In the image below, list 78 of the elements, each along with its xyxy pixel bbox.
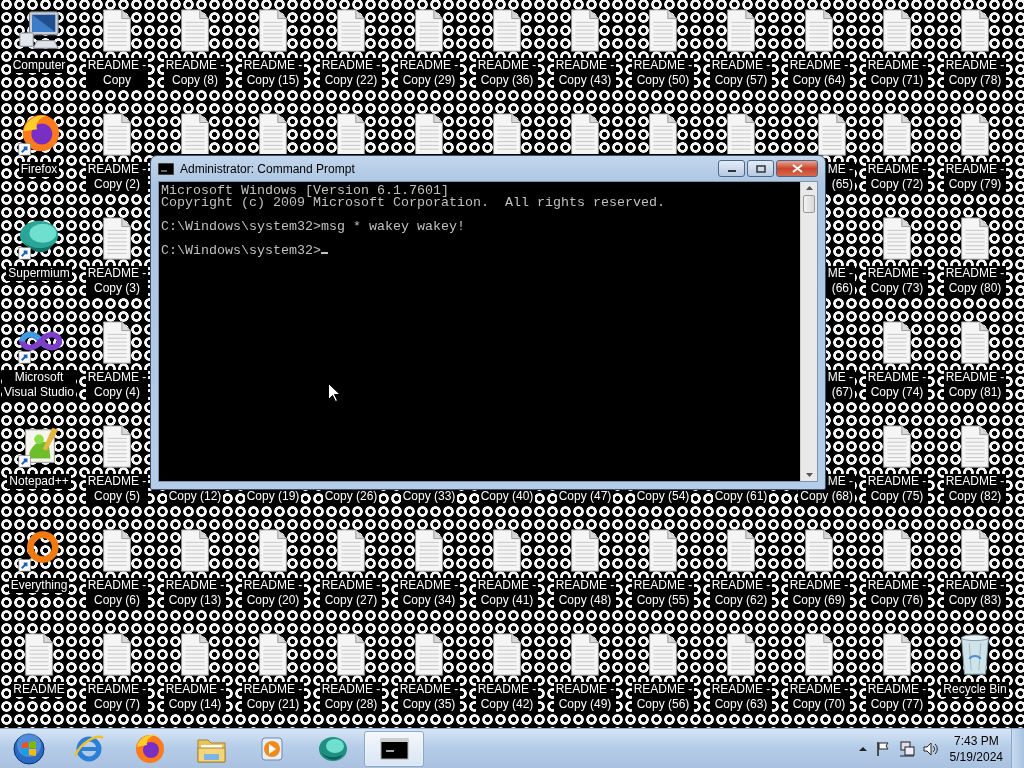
icon-label: README - Copy (78) <box>943 58 1007 88</box>
icon-label: ME - (66) <box>825 266 855 296</box>
icon-label: README - Copy (80) <box>943 266 1007 296</box>
icon-label: README - Copy (35) <box>397 682 461 712</box>
close-icon <box>791 164 803 173</box>
icon-label: Everything <box>8 578 70 593</box>
icon-label: README - Copy (2) <box>85 162 149 192</box>
icon-label: README - Copy (81) <box>943 370 1007 400</box>
icon-label: README - Copy (8) <box>163 58 227 88</box>
icon-label: README - Copy (5) <box>85 474 149 504</box>
icon-label: README - Copy (42) <box>475 682 539 712</box>
scroll-thumb[interactable] <box>803 195 815 213</box>
icon-label: README - Copy (14) <box>163 682 227 712</box>
window-title: Administrator: Command Prompt <box>180 161 356 176</box>
icon-label: ME - (65) <box>825 162 855 192</box>
icon-label: README - Copy (21) <box>241 682 305 712</box>
clock-time[interactable]: 7:43 PM <box>953 732 999 749</box>
icon-label: README - Copy (6) <box>85 578 149 608</box>
icon-label: README - Copy (3) <box>85 266 149 296</box>
icon-label: README - Copy (22) <box>319 58 383 88</box>
firefox-icon[interactable] <box>16 112 62 158</box>
console-line: Copyright (c) 2009 Microsoft Corporation. All rights reserved. <box>161 197 665 209</box>
icon-label: README - Copy (72) <box>865 162 929 192</box>
minimize-button[interactable] <box>718 160 745 177</box>
icon-label: README - Copy (20) <box>241 578 305 608</box>
ring-icon[interactable] <box>16 528 62 574</box>
icon-label: README - Copy (64) <box>787 58 851 88</box>
icon-label: README - Copy (57) <box>709 58 773 88</box>
network-icon[interactable] <box>897 739 916 758</box>
icon-label: README - Copy (49) <box>553 682 617 712</box>
icon-label: README - Copy (83) <box>943 578 1007 608</box>
icon-label: README - Copy (50) <box>631 58 695 88</box>
icon-label: README - Copy (74) <box>865 370 929 400</box>
icon-label: README - Copy (69) <box>787 578 851 608</box>
close-button[interactable] <box>776 160 818 177</box>
icon-label: README - Copy (4) <box>85 370 149 400</box>
console-line: Microsoft Windows [Version 6.1.7601] <box>161 185 449 197</box>
icon-label: README - Copy (27) <box>319 578 383 608</box>
icon-label: ME - (67) <box>825 370 855 400</box>
maximize-button[interactable] <box>747 160 774 177</box>
console-line: C:\Windows\system32> <box>161 245 321 257</box>
console-line: C:\Windows\system32>msg * wakey wakey! <box>161 221 465 233</box>
console-icon <box>158 162 174 175</box>
icon-label: Computer <box>10 58 68 73</box>
icon-label: Microsoft Visual Studio <box>2 370 76 400</box>
icon-label: README - Copy (56) <box>631 682 695 712</box>
icon-label: README - Copy (28) <box>319 682 383 712</box>
scrollbar[interactable] <box>800 182 817 481</box>
icon-label: README - Copy (48) <box>553 578 617 608</box>
icon-label: README - Copy (13) <box>163 578 227 608</box>
icon-label: README - Copy (15) <box>241 58 305 88</box>
icon-label: README - Copy (73) <box>865 266 929 296</box>
icon-label: README - Copy (63) <box>709 682 773 712</box>
clock-date[interactable]: 5/19/2024 <box>949 748 1003 765</box>
icon-label: README - Copy (79) <box>943 162 1007 192</box>
mouse-pointer-icon <box>328 383 340 402</box>
icon-label: README <box>11 682 67 697</box>
maximize-icon <box>755 164 766 173</box>
icon-label: README - Copy <box>85 58 149 88</box>
icon-label: README - Copy (71) <box>865 58 929 88</box>
icon-label: README - Copy (34) <box>397 578 461 608</box>
icon-label: README - Copy (7) <box>85 682 149 712</box>
icon-label: README - Copy (77) <box>865 682 929 712</box>
icon-label: Firefox <box>18 162 60 177</box>
icon-label: README - Copy (43) <box>553 58 617 88</box>
icon-label: README - Copy (76) <box>865 578 929 608</box>
taskbar-button[interactable] <box>364 730 424 767</box>
icon-label: README - Copy (82) <box>943 474 1007 504</box>
icon-label: README - Copy (55) <box>631 578 695 608</box>
icon-label: Notepad++ <box>7 474 71 489</box>
icon-label: README - Copy (29) <box>397 58 461 88</box>
icon-label: Supermium <box>6 266 72 281</box>
icon-label: README - Copy (36) <box>475 58 539 88</box>
icon-label: README - Copy (70) <box>787 682 851 712</box>
icon-label: README - Copy (62) <box>709 578 773 608</box>
icon-label: README - Copy (41) <box>475 578 539 608</box>
icon-label: Recycle Bin <box>941 682 1009 697</box>
icon-label: README - Copy (75) <box>865 474 929 504</box>
